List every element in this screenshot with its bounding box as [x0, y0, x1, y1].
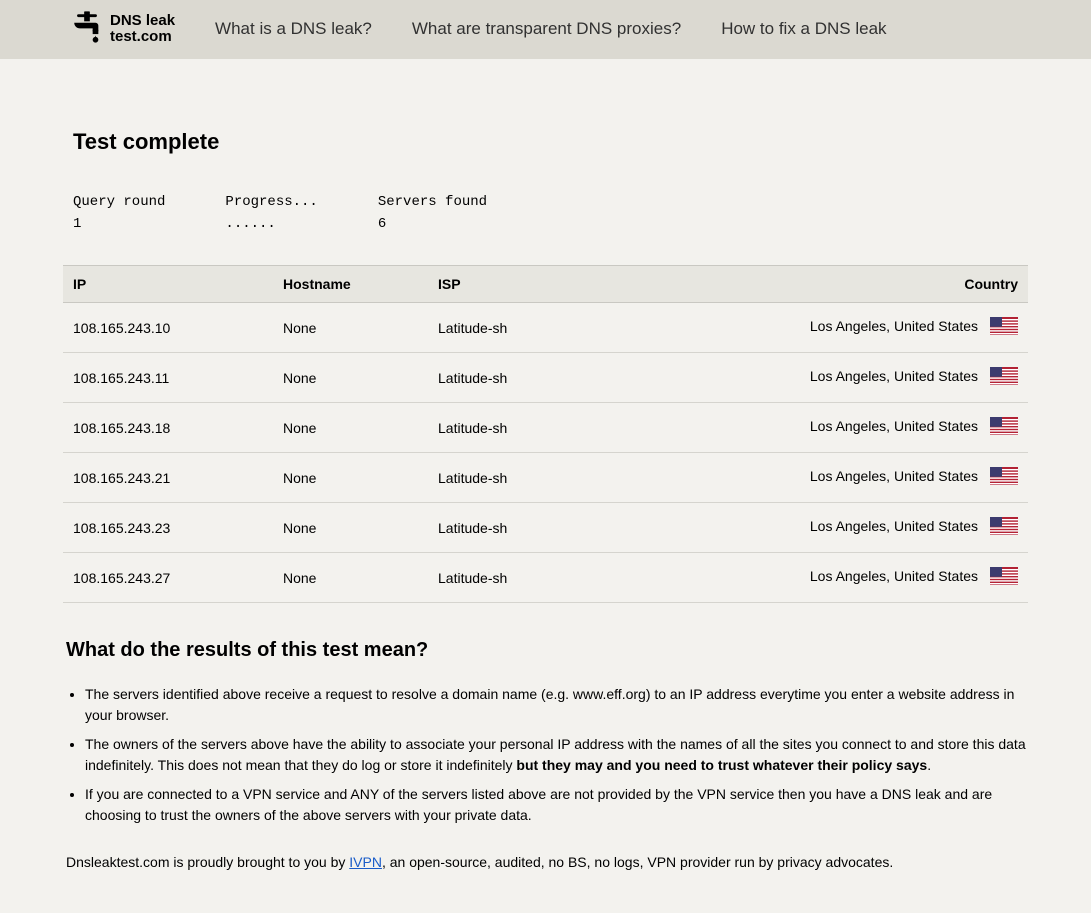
cell-isp: Latitude-sh: [428, 403, 798, 453]
logo-text-line2: test.com: [110, 29, 175, 46]
list-item: The servers identified above receive a r…: [85, 684, 1028, 726]
col-country: Country: [798, 266, 1028, 303]
us-flag-icon: [990, 567, 1018, 588]
cell-country: Los Angeles, United States: [798, 353, 1028, 403]
cell-isp: Latitude-sh: [428, 553, 798, 603]
top-navbar: DNS leak test.com What is a DNS leak? Wh…: [0, 0, 1091, 59]
us-flag-icon: [990, 467, 1018, 488]
bold-warning-text: but they may and you need to trust whate…: [516, 757, 927, 773]
query-round-value: 1: [73, 213, 165, 235]
page-title: Test complete: [63, 129, 1028, 155]
cell-isp: Latitude-sh: [428, 503, 798, 553]
cell-ip: 108.165.243.21: [63, 453, 273, 503]
col-isp: ISP: [428, 266, 798, 303]
query-round-label: Query round: [73, 191, 165, 213]
table-row: 108.165.243.11NoneLatitude-shLos Angeles…: [63, 353, 1028, 403]
ivpn-link[interactable]: IVPN: [349, 854, 382, 870]
table-row: 108.165.243.21NoneLatitude-shLos Angeles…: [63, 453, 1028, 503]
cell-hostname: None: [273, 403, 428, 453]
nav-how-to-fix[interactable]: How to fix a DNS leak: [721, 19, 886, 39]
table-row: 108.165.243.23NoneLatitude-shLos Angeles…: [63, 503, 1028, 553]
results-meaning-heading: What do the results of this test mean?: [63, 639, 1028, 662]
cell-country: Los Angeles, United States: [798, 403, 1028, 453]
cell-isp: Latitude-sh: [428, 303, 798, 353]
nav-what-is-dns-leak[interactable]: What is a DNS leak?: [215, 19, 372, 39]
cell-hostname: None: [273, 453, 428, 503]
servers-found-value: 6: [378, 213, 487, 235]
cell-hostname: None: [273, 503, 428, 553]
main-content: Test complete Query round 1 Progress... …: [63, 59, 1028, 913]
footer-attribution: Dnsleaktest.com is proudly brought to yo…: [63, 852, 1028, 873]
cell-ip: 108.165.243.10: [63, 303, 273, 353]
us-flag-icon: [990, 317, 1018, 338]
table-row: 108.165.243.10NoneLatitude-shLos Angeles…: [63, 303, 1028, 353]
cell-isp: Latitude-sh: [428, 453, 798, 503]
status-servers-found: Servers found 6: [378, 191, 487, 236]
test-status-row: Query round 1 Progress... ...... Servers…: [63, 191, 1028, 236]
status-progress: Progress... ......: [225, 191, 317, 236]
us-flag-icon: [990, 367, 1018, 388]
cell-hostname: None: [273, 553, 428, 603]
us-flag-icon: [990, 417, 1018, 438]
progress-value: ......: [225, 213, 317, 235]
status-query-round: Query round 1: [73, 191, 165, 236]
cell-ip: 108.165.243.11: [63, 353, 273, 403]
logo-text-line1: DNS leak: [110, 13, 175, 30]
us-flag-icon: [990, 517, 1018, 538]
servers-found-label: Servers found: [378, 191, 487, 213]
table-row: 108.165.243.18NoneLatitude-shLos Angeles…: [63, 403, 1028, 453]
table-row: 108.165.243.27NoneLatitude-shLos Angeles…: [63, 553, 1028, 603]
list-item: The owners of the servers above have the…: [85, 734, 1028, 776]
cell-country: Los Angeles, United States: [798, 503, 1028, 553]
cell-isp: Latitude-sh: [428, 353, 798, 403]
cell-ip: 108.165.243.18: [63, 403, 273, 453]
progress-label: Progress...: [225, 191, 317, 213]
list-item: If you are connected to a VPN service an…: [85, 784, 1028, 826]
results-table: IP Hostname ISP Country 108.165.243.10No…: [63, 265, 1028, 603]
cell-ip: 108.165.243.23: [63, 503, 273, 553]
explanation-list: The servers identified above receive a r…: [63, 684, 1028, 826]
faucet-icon: [70, 10, 104, 49]
cell-country: Los Angeles, United States: [798, 453, 1028, 503]
cell-hostname: None: [273, 353, 428, 403]
cell-hostname: None: [273, 303, 428, 353]
site-logo[interactable]: DNS leak test.com: [70, 10, 175, 49]
cell-country: Los Angeles, United States: [798, 303, 1028, 353]
col-ip: IP: [63, 266, 273, 303]
cell-country: Los Angeles, United States: [798, 553, 1028, 603]
cell-ip: 108.165.243.27: [63, 553, 273, 603]
nav-transparent-proxies[interactable]: What are transparent DNS proxies?: [412, 19, 681, 39]
col-hostname: Hostname: [273, 266, 428, 303]
table-header-row: IP Hostname ISP Country: [63, 266, 1028, 303]
